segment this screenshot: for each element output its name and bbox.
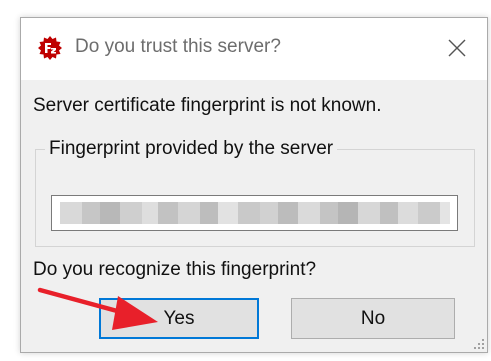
certificate-message: Server certificate fingerprint is not kn… [33,95,382,116]
titlebar: Do you trust this server? [21,18,487,80]
close-icon [448,39,466,57]
fingerprint-group-label: Fingerprint provided by the server [45,138,338,160]
dialog-title: Do you trust this server? [75,36,281,57]
close-button[interactable] [441,32,473,64]
no-button[interactable]: No [291,298,455,339]
recognize-question: Do you recognize this fingerprint? [33,259,317,280]
blurred-fingerprint [52,196,457,230]
yes-button[interactable]: Yes [99,298,259,339]
filezilla-icon [38,36,62,60]
trust-server-dialog: Do you trust this server? Server certifi… [20,17,488,353]
resize-grip-icon[interactable] [471,336,485,350]
fingerprint-groupbox: Fingerprint provided by the server [35,138,475,247]
fingerprint-field[interactable] [51,195,458,231]
